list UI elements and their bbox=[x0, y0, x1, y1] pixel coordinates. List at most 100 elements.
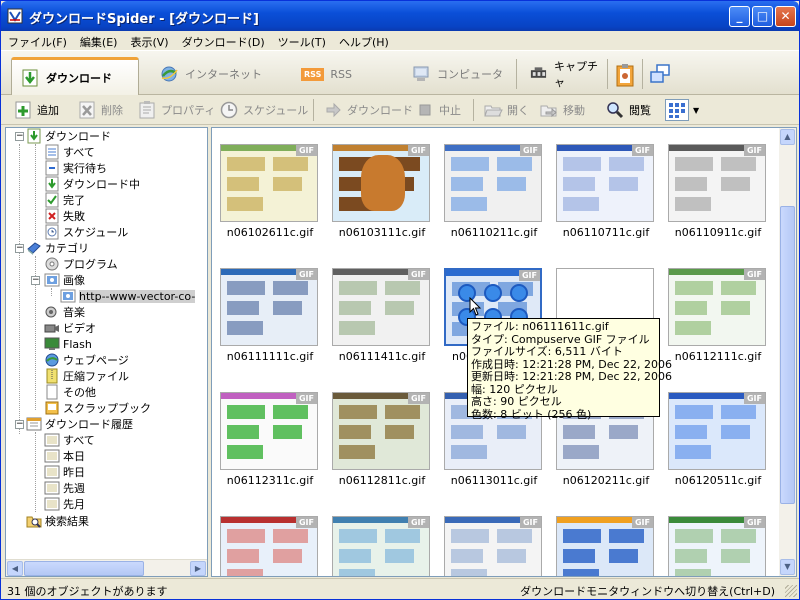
tree-node-category[interactable]: カテゴリ bbox=[26, 240, 89, 256]
clipboard-icon[interactable] bbox=[615, 63, 635, 87]
thumbnail-content-block bbox=[451, 157, 489, 171]
status-switch-hint[interactable]: ダウンロードモニタウィンドウへ切り替え(Ctrl+D) bbox=[520, 583, 775, 599]
gif-badge: GIF bbox=[407, 145, 429, 156]
thumbnail-content-block bbox=[385, 301, 414, 315]
tree-node-lastmonth[interactable]: 先月 bbox=[44, 496, 85, 512]
open-button[interactable]: 開く bbox=[483, 99, 529, 121]
tree-node-lastweek[interactable]: 先週 bbox=[44, 480, 85, 496]
file-thumbnail[interactable]: GIF bbox=[666, 516, 766, 576]
file-thumbnail[interactable]: GIF n06103111c.gif bbox=[330, 144, 430, 244]
image-folder-icon bbox=[60, 289, 76, 303]
globe-icon bbox=[45, 353, 59, 367]
file-thumbnail[interactable]: GIF n06112311c.gif bbox=[218, 392, 318, 492]
tree-node-archive[interactable]: 圧縮ファイル bbox=[44, 368, 129, 384]
tab-computer[interactable]: コンピュータ bbox=[403, 57, 513, 91]
tree-node-download[interactable]: ダウンロード bbox=[26, 128, 111, 144]
scroll-thumb[interactable] bbox=[24, 561, 144, 576]
tree-node-downloading[interactable]: ダウンロード中 bbox=[44, 176, 140, 192]
close-button[interactable]: ✕ bbox=[775, 6, 796, 27]
file-thumbnail[interactable]: GIF n06110711c.gif bbox=[554, 144, 654, 244]
tree-node-all[interactable]: すべて bbox=[44, 144, 95, 160]
title-bar[interactable]: ダウンロードSpider - [ダウンロード] _ □ ✕ bbox=[1, 1, 799, 31]
thumbnail-content-block bbox=[563, 529, 601, 543]
delete-button[interactable]: 削除 bbox=[77, 99, 123, 121]
tab-capture[interactable]: キャプチャ bbox=[521, 57, 606, 91]
tree-label: 音楽 bbox=[63, 306, 85, 319]
tree-label: 画像 bbox=[63, 274, 85, 287]
view-mode-dropdown-icon[interactable]: ▼ bbox=[693, 99, 699, 121]
file-thumbnail[interactable]: GIF bbox=[554, 516, 654, 576]
tree-node-program[interactable]: プログラム bbox=[44, 256, 118, 272]
file-thumbnail[interactable]: GIF bbox=[218, 516, 318, 576]
file-thumbnail[interactable]: GIF n06112111c.gif bbox=[666, 268, 766, 368]
file-thumbnail[interactable]: GIF n06112811c.gif bbox=[330, 392, 430, 492]
start-download-button[interactable]: ダウンロード bbox=[323, 99, 413, 121]
collapse-toggle[interactable]: − bbox=[31, 276, 40, 285]
tree-node-image-sub[interactable]: http--www-vector-co- bbox=[60, 288, 196, 304]
file-thumbnail[interactable]: GIF bbox=[330, 516, 430, 576]
resize-grip-icon[interactable] bbox=[785, 585, 797, 597]
move-button[interactable]: 移動 bbox=[539, 99, 585, 121]
minimize-button[interactable]: _ bbox=[729, 6, 750, 27]
scroll-left-arrow-icon[interactable]: ◀ bbox=[7, 561, 23, 576]
gif-badge: GIF bbox=[295, 269, 317, 280]
file-thumbnail[interactable]: GIF n06120511c.gif bbox=[666, 392, 766, 492]
add-label: 追加 bbox=[37, 104, 59, 117]
add-button[interactable]: 追加 bbox=[13, 99, 59, 121]
thumbnail-image: GIF bbox=[668, 268, 766, 346]
tree-node-music[interactable]: 音楽 bbox=[44, 304, 85, 320]
gif-badge: GIF bbox=[743, 393, 765, 404]
file-thumbnail[interactable]: GIF n06111411c.gif bbox=[330, 268, 430, 368]
content-vertical-scrollbar[interactable]: ▲ ▼ bbox=[779, 128, 796, 576]
properties-button[interactable]: プロパティ bbox=[137, 99, 215, 121]
thumbnail-content-block bbox=[675, 445, 711, 459]
thumbnail-image: GIF bbox=[668, 392, 766, 470]
schedule-button[interactable]: スケジュール bbox=[219, 99, 308, 121]
tree-label: ウェブページ bbox=[63, 354, 129, 367]
view-mode-button[interactable] bbox=[665, 99, 689, 121]
tree-node-failed[interactable]: 失敗 bbox=[44, 208, 85, 224]
tree-node-flash[interactable]: Flash bbox=[44, 336, 92, 352]
menu-view[interactable]: 表示(V) bbox=[123, 31, 174, 50]
tree-node-history[interactable]: ダウンロード履歴 bbox=[26, 416, 133, 432]
tab-download[interactable]: ダウンロード bbox=[11, 57, 139, 95]
stop-button[interactable]: 中止 bbox=[415, 99, 461, 121]
tree-node-today[interactable]: 本日 bbox=[44, 448, 85, 464]
scroll-down-arrow-icon[interactable]: ▼ bbox=[780, 559, 795, 575]
thumbnail-content-block bbox=[451, 445, 487, 459]
tree-node-webpage[interactable]: ウェブページ bbox=[44, 352, 129, 368]
file-thumbnail[interactable]: GIF bbox=[442, 516, 542, 576]
scroll-thumb[interactable] bbox=[780, 206, 795, 504]
tree-node-yesterday[interactable]: 昨日 bbox=[44, 464, 85, 480]
menu-help[interactable]: ヘルプ(H) bbox=[332, 31, 395, 50]
thumbnail-content-block bbox=[510, 284, 528, 302]
tree-node-search[interactable]: 検索結果 bbox=[26, 513, 89, 529]
tree-horizontal-scrollbar[interactable]: ◀ ▶ bbox=[6, 559, 207, 576]
collapse-toggle[interactable]: − bbox=[15, 132, 24, 141]
menu-file[interactable]: ファイル(F) bbox=[1, 31, 73, 50]
menu-download[interactable]: ダウンロード(D) bbox=[175, 31, 271, 50]
file-thumbnail[interactable]: GIF n06110211c.gif bbox=[442, 144, 542, 244]
tab-internet[interactable]: インターネット bbox=[151, 57, 271, 91]
tree-node-image[interactable]: 画像 bbox=[44, 272, 85, 288]
scroll-up-arrow-icon[interactable]: ▲ bbox=[780, 129, 795, 145]
collapse-toggle[interactable]: − bbox=[15, 420, 24, 429]
collapse-toggle[interactable]: − bbox=[15, 244, 24, 253]
tab-rss[interactable]: RSS RSS bbox=[293, 57, 393, 91]
menu-tools[interactable]: ツール(T) bbox=[271, 31, 332, 50]
tree-node-scrapbook[interactable]: スクラップブック bbox=[44, 400, 151, 416]
scroll-right-arrow-icon[interactable]: ▶ bbox=[190, 561, 206, 576]
tree-node-waiting[interactable]: 実行待ち bbox=[44, 160, 107, 176]
tree-node-schedule[interactable]: スケジュール bbox=[44, 224, 128, 240]
tree-node-history-all[interactable]: すべて bbox=[44, 432, 95, 448]
file-thumbnail[interactable]: GIF n06111111c.gif bbox=[218, 268, 318, 368]
window-switch-icon[interactable] bbox=[649, 63, 671, 85]
tree-node-video[interactable]: ビデオ bbox=[44, 320, 96, 336]
file-thumbnail[interactable]: GIF n06102611c.gif bbox=[218, 144, 318, 244]
tree-node-other[interactable]: その他 bbox=[44, 384, 96, 400]
tree-node-complete[interactable]: 完了 bbox=[44, 192, 85, 208]
menu-edit[interactable]: 編集(E) bbox=[73, 31, 124, 50]
maximize-button[interactable]: □ bbox=[752, 6, 773, 27]
browse-button[interactable]: 閲覧 bbox=[605, 99, 651, 121]
file-thumbnail[interactable]: GIF n06110911c.gif bbox=[666, 144, 766, 244]
